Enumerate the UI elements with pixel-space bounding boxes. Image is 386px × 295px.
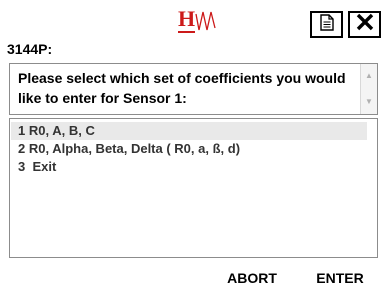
prompt-box: Please select which set of coefficients … <box>9 63 378 115</box>
scroll-down-arrow-icon[interactable]: ▼ <box>365 98 373 106</box>
document-button[interactable] <box>310 11 343 38</box>
prompt-scrollbar[interactable]: ▲ ▼ <box>360 64 377 114</box>
abort-button[interactable]: ABORT <box>212 263 292 293</box>
scroll-up-arrow-icon[interactable]: ▲ <box>365 72 373 80</box>
option-number: 2 <box>18 141 26 156</box>
close-button[interactable] <box>348 11 381 38</box>
close-icon <box>356 13 374 36</box>
prompt-text: Please select which set of coefficients … <box>18 70 346 106</box>
option-1[interactable]: 1 R0, A, B, C <box>11 122 367 140</box>
svg-text:H: H <box>178 6 195 31</box>
enter-button[interactable]: ENTER <box>300 263 380 293</box>
option-3[interactable]: 3 Exit <box>11 158 56 176</box>
option-label: Exit <box>28 159 57 174</box>
option-label: R0, Alpha, Beta, Delta ( R0, a, ß, d) <box>28 141 241 156</box>
options-list: 1 R0, A, B, C 2 R0, Alpha, Beta, Delta (… <box>9 118 378 258</box>
hart-logo: H <box>178 6 224 40</box>
option-2[interactable]: 2 R0, Alpha, Beta, Delta ( R0, a, ß, d) <box>11 140 240 158</box>
option-number: 3 <box>18 159 26 174</box>
option-label: R0, A, B, C <box>28 123 95 138</box>
document-icon <box>319 13 334 36</box>
option-number: 1 <box>18 123 26 138</box>
device-label: 3144P: <box>7 41 53 57</box>
